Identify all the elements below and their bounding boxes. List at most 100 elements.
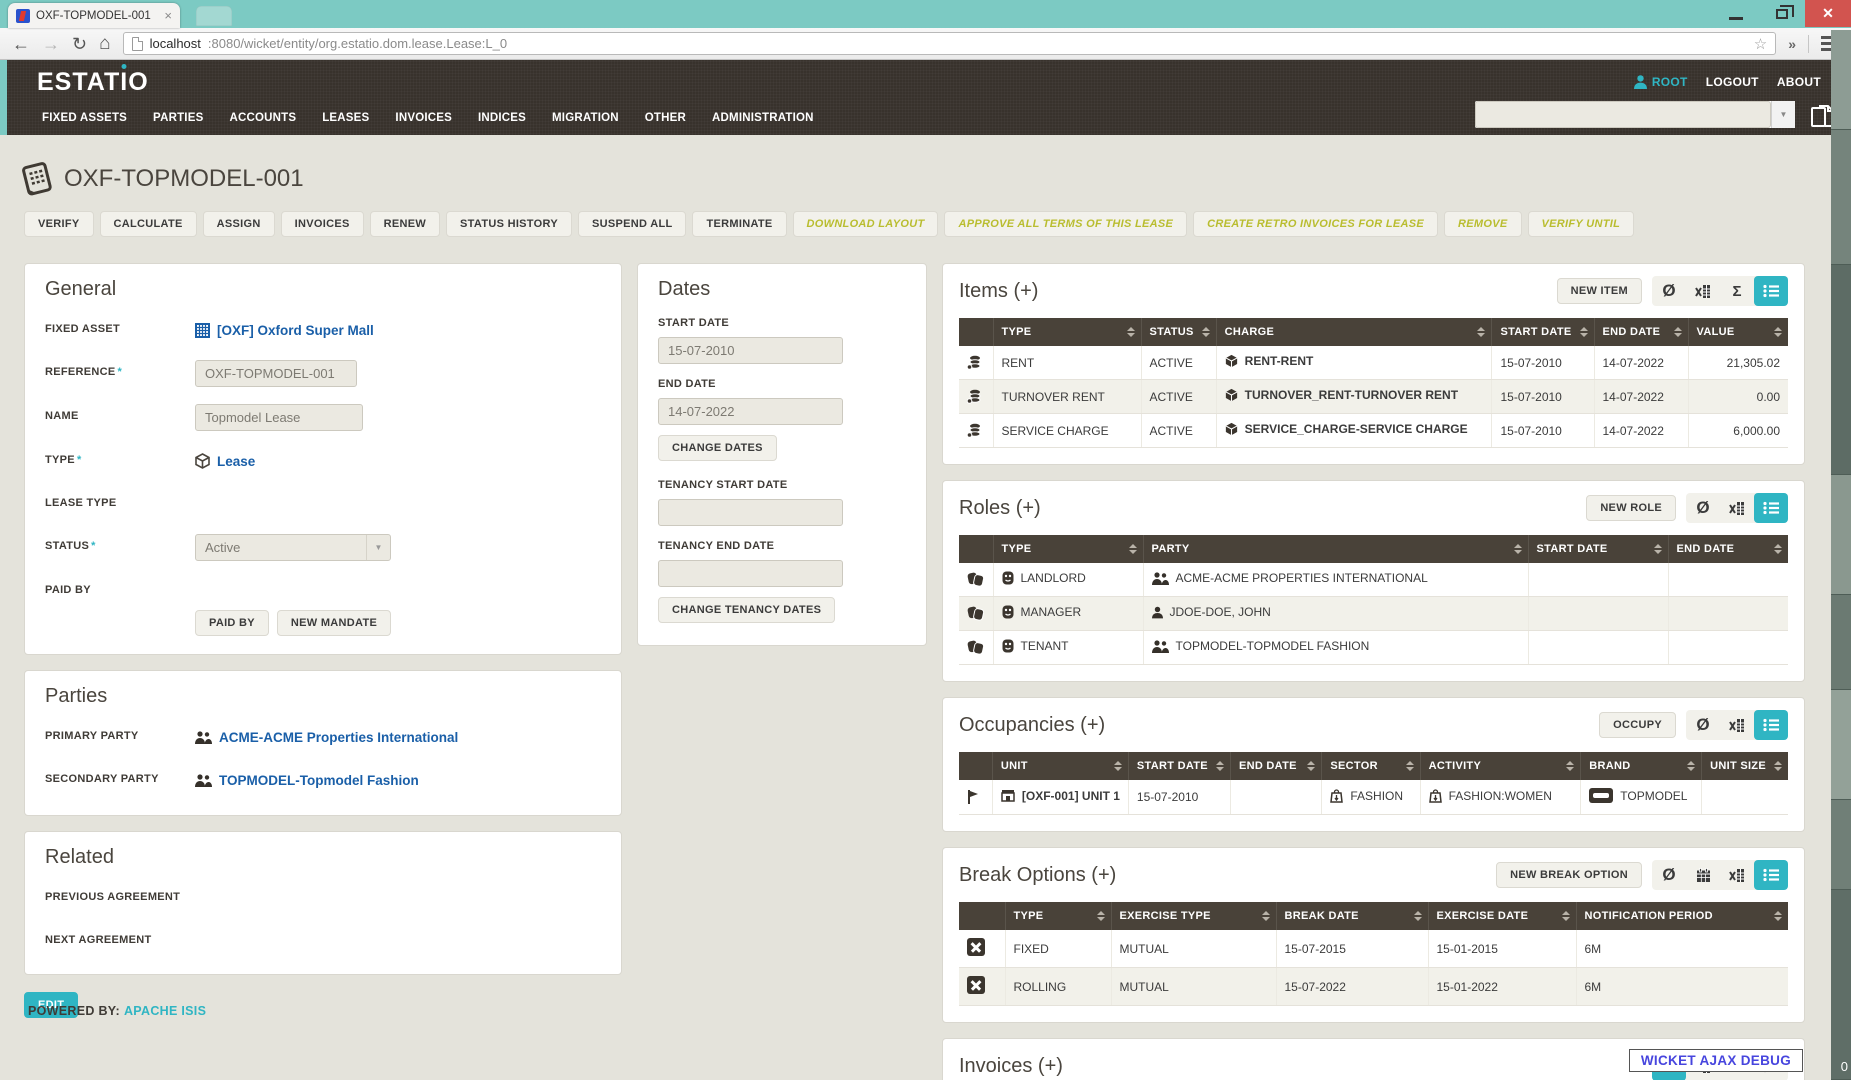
nav-indices[interactable]: INDICES [478, 112, 526, 124]
primary-party-link[interactable]: ACME-ACME Properties International [195, 724, 458, 750]
about-link[interactable]: ABOUT [1777, 75, 1821, 89]
item-row-icon[interactable] [959, 414, 993, 448]
role-row-icon[interactable] [959, 563, 993, 597]
list-view-icon[interactable] [1754, 493, 1788, 523]
calculate-button[interactable]: CALCULATE [100, 211, 197, 237]
sort-icon[interactable] [1216, 761, 1224, 771]
url-bar[interactable]: localhost :8080/wicket/entity/org.estati… [123, 32, 1777, 55]
sort-icon[interactable] [1114, 761, 1122, 771]
items-col-value[interactable]: VALUE [1688, 318, 1788, 346]
sort-icon[interactable] [1774, 911, 1782, 921]
reload-icon[interactable]: ↻ [72, 35, 87, 53]
calendar-view-icon[interactable] [1686, 860, 1720, 890]
type-link[interactable]: Lease [195, 448, 255, 474]
roles-col-party[interactable]: PARTY [1143, 535, 1528, 563]
sort-icon[interactable] [1514, 544, 1522, 554]
item-row-icon[interactable] [959, 346, 993, 380]
logout-link[interactable]: LOGOUT [1706, 75, 1759, 89]
search-input[interactable] [1475, 101, 1771, 128]
sort-icon[interactable] [1562, 911, 1570, 921]
tab-close-icon[interactable]: × [164, 8, 172, 23]
hide-columns-icon[interactable]: Ø [1686, 710, 1720, 740]
paid-by-button[interactable]: PAID BY [195, 610, 269, 636]
sort-icon[interactable] [1580, 327, 1588, 337]
sort-icon[interactable] [1406, 761, 1414, 771]
end-date-field[interactable]: 14-07-2022 [658, 398, 843, 425]
break-row-icon[interactable] [959, 930, 1005, 968]
invoices-button[interactable]: INVOICES [281, 211, 364, 237]
item-row-icon[interactable] [959, 380, 993, 414]
occ-col-start-date[interactable]: START DATE [1128, 752, 1230, 780]
change-tenancy-dates-button[interactable]: CHANGE TENANCY DATES [658, 597, 835, 623]
sort-icon[interactable] [1127, 327, 1135, 337]
status-select[interactable]: Active ▼ [195, 534, 391, 561]
occ-col-brand[interactable]: BRAND [1581, 752, 1702, 780]
role-row-icon[interactable] [959, 631, 993, 665]
break-col-type[interactable]: TYPE [1005, 902, 1111, 930]
search-dropdown-icon[interactable]: ▼ [1771, 101, 1795, 128]
sort-icon[interactable] [1477, 327, 1485, 337]
scrollbar-strip[interactable] [1831, 30, 1851, 1080]
nav-fixed-assets[interactable]: FIXED ASSETS [42, 112, 127, 124]
browser-tab[interactable]: OXF-TOPMODEL-001 × [8, 3, 180, 28]
occ-col-sector[interactable]: SECTOR [1322, 752, 1420, 780]
overflow-chevron-icon[interactable]: » [1788, 36, 1796, 52]
nav-other[interactable]: OTHER [645, 112, 686, 124]
break-col-break-date[interactable]: BREAK DATE [1276, 902, 1428, 930]
list-view-icon[interactable] [1754, 276, 1788, 306]
occ-col-unit[interactable]: UNIT [992, 752, 1128, 780]
summary-sigma-icon[interactable]: Σ [1720, 276, 1754, 306]
sort-icon[interactable] [1566, 761, 1574, 771]
list-view-icon[interactable] [1754, 710, 1788, 740]
nav-administration[interactable]: ADMINISTRATION [712, 112, 814, 124]
start-date-field[interactable]: 15-07-2010 [658, 337, 843, 364]
close-button[interactable]: ✕ [1805, 0, 1851, 27]
new-break-option-button[interactable]: NEW BREAK OPTION [1496, 862, 1642, 888]
back-icon[interactable]: ← [12, 35, 30, 53]
forward-icon[interactable]: → [42, 35, 60, 53]
wicket-ajax-debug-button[interactable]: WICKET AJAX DEBUG [1629, 1049, 1803, 1072]
tenancy-start-date-field[interactable] [658, 499, 843, 526]
terminate-button[interactable]: TERMINATE [692, 211, 786, 237]
occupancy-row-icon[interactable] [959, 780, 992, 815]
apache-isis-link[interactable]: APACHE ISIS [124, 1004, 206, 1018]
assign-button[interactable]: ASSIGN [203, 211, 275, 237]
roles-col-type[interactable]: TYPE [993, 535, 1143, 563]
hide-columns-icon[interactable]: Ø [1686, 493, 1720, 523]
maximize-button[interactable] [1759, 0, 1805, 27]
bookmark-star-icon[interactable]: ☆ [1754, 35, 1767, 53]
estatio-logo[interactable]: ESTATIO [37, 68, 149, 97]
sort-icon[interactable] [1202, 327, 1210, 337]
new-role-button[interactable]: NEW ROLE [1586, 495, 1676, 521]
occupy-button[interactable]: OCCUPY [1599, 712, 1676, 738]
new-tab-stub[interactable] [196, 6, 232, 26]
new-item-button[interactable]: NEW ITEM [1557, 278, 1642, 304]
sort-icon[interactable] [1654, 544, 1662, 554]
nav-accounts[interactable]: ACCOUNTS [229, 112, 296, 124]
nav-migration[interactable]: MIGRATION [552, 112, 619, 124]
renew-button[interactable]: RENEW [370, 211, 440, 237]
occ-col-end-date[interactable]: END DATE [1230, 752, 1321, 780]
approve-all-terms-button[interactable]: APPROVE ALL TERMS OF THIS LEASE [944, 211, 1187, 237]
nav-leases[interactable]: LEASES [322, 112, 369, 124]
sort-icon[interactable] [1774, 327, 1782, 337]
change-dates-button[interactable]: CHANGE DATES [658, 435, 777, 461]
sort-icon[interactable] [1129, 544, 1137, 554]
list-view-icon[interactable] [1754, 860, 1788, 890]
items-col-status[interactable]: STATUS [1141, 318, 1216, 346]
create-retro-invoices-button[interactable]: CREATE RETRO INVOICES FOR LEASE [1193, 211, 1438, 237]
tenancy-end-date-field[interactable] [658, 560, 843, 587]
new-mandate-button[interactable]: NEW MANDATE [277, 610, 391, 636]
items-col-type[interactable]: TYPE [993, 318, 1141, 346]
secondary-party-link[interactable]: TOPMODEL-Topmodel Fashion [195, 767, 419, 793]
suspend-all-button[interactable]: SUSPEND ALL [578, 211, 687, 237]
global-search[interactable]: ▼ [1475, 101, 1795, 128]
excel-export-icon[interactable] [1720, 493, 1754, 523]
hide-columns-icon[interactable]: Ø [1652, 276, 1686, 306]
roles-col-end-date[interactable]: END DATE [1668, 535, 1788, 563]
sort-icon[interactable] [1414, 911, 1422, 921]
hide-columns-icon[interactable]: Ø [1652, 860, 1686, 890]
break-col-notification-period[interactable]: NOTIFICATION PERIOD [1576, 902, 1788, 930]
status-history-button[interactable]: STATUS HISTORY [446, 211, 572, 237]
reference-field[interactable]: OXF-TOPMODEL-001 [195, 360, 357, 387]
